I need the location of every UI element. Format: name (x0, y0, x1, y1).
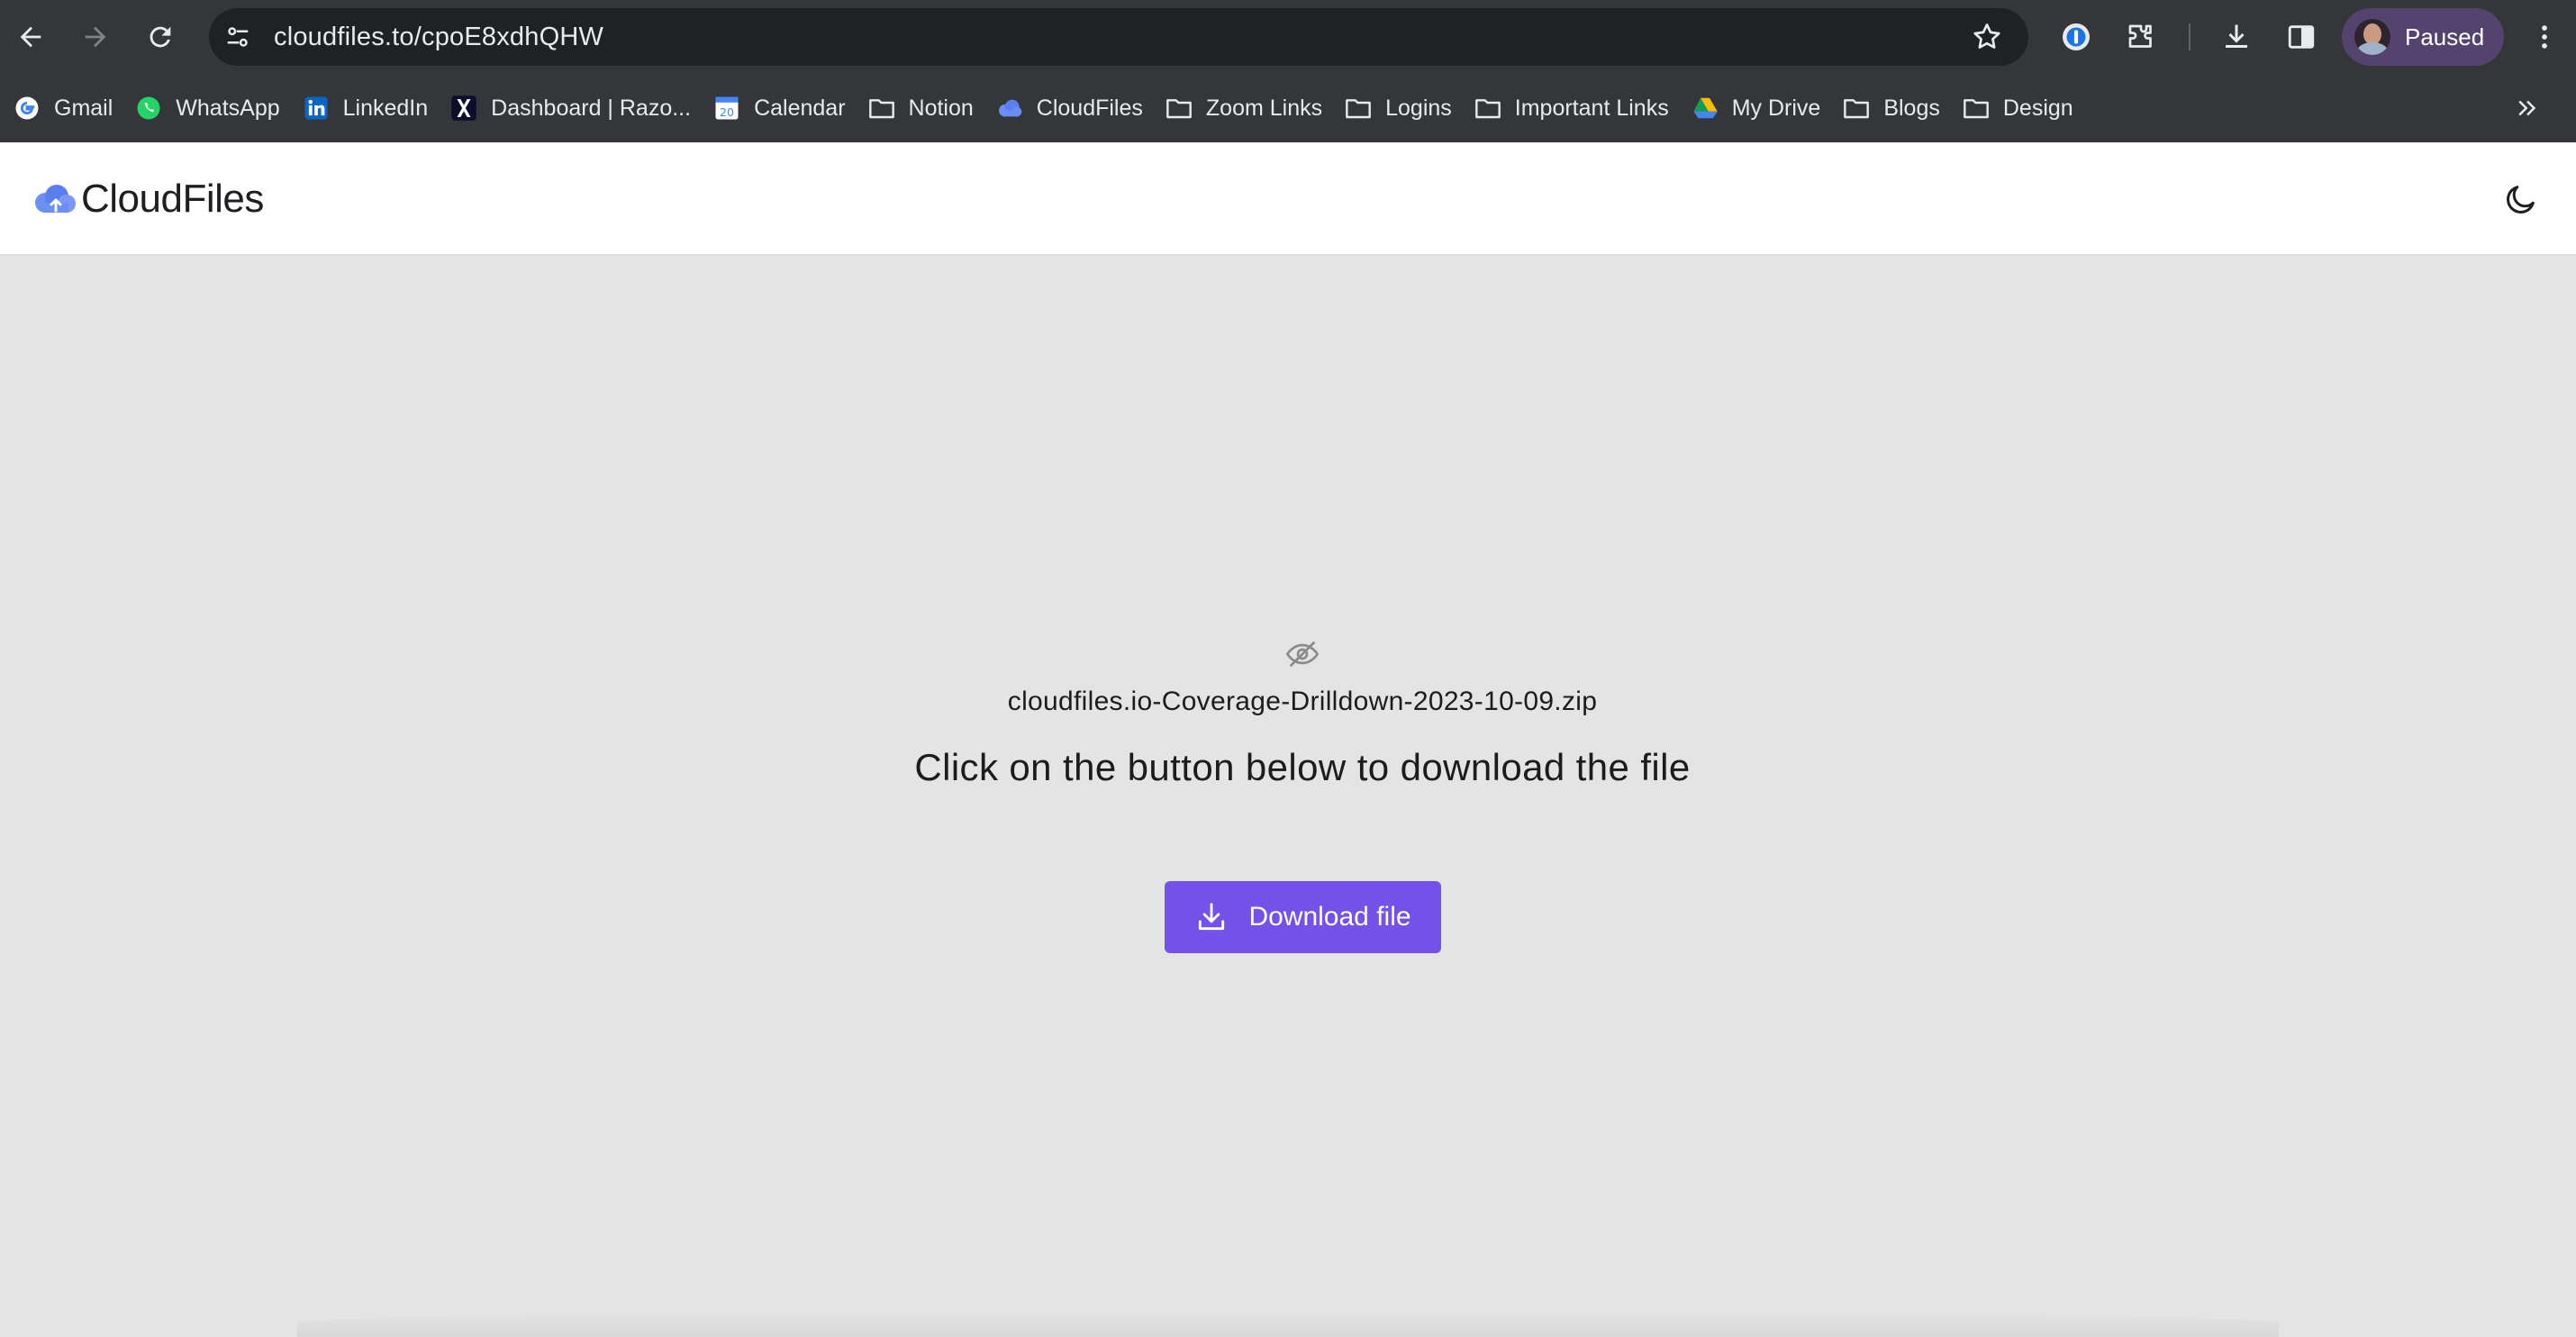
folder-icon (1842, 94, 1871, 123)
google-icon (13, 94, 41, 123)
star-icon[interactable] (1971, 21, 2003, 53)
profile-button[interactable]: Paused (2342, 8, 2504, 66)
bookmarks-bar: Gmail WhatsApp LinkedIn Dashboard | Razo… (0, 74, 2576, 142)
bookmark-important-links[interactable]: Important Links (1474, 83, 1682, 133)
bookmark-logins[interactable]: Logins (1344, 83, 1465, 133)
file-name: cloudfiles.io-Coverage-Drilldown-2023-10… (1007, 687, 1598, 716)
bookmark-notion[interactable]: Notion (867, 83, 986, 133)
app-header: CloudFiles (0, 142, 2576, 256)
eye-off-icon (1280, 634, 1325, 674)
reload-icon[interactable] (139, 15, 182, 59)
folder-icon (1165, 94, 1193, 123)
linkedin-icon (302, 94, 331, 123)
avatar (2354, 19, 2390, 55)
bookmark-label: Dashboard | Razo... (491, 95, 692, 121)
bookmark-label: Important Links (1514, 95, 1669, 121)
bookmark-label: Design (2002, 95, 2073, 121)
moon-icon[interactable] (2500, 178, 2542, 220)
bookmark-dashboard[interactable]: Dashboard | Razo... (449, 83, 703, 133)
bottom-shadow (297, 1310, 2279, 1337)
svg-text:20: 20 (720, 105, 734, 119)
bookmark-cloudfiles[interactable]: CloudFiles (995, 83, 1156, 133)
bookmark-label: Gmail (54, 95, 113, 121)
brand-logo[interactable]: CloudFiles (32, 177, 264, 222)
back-arrow-icon[interactable] (9, 15, 52, 59)
onepassword-icon[interactable] (2057, 18, 2095, 56)
folder-icon (1344, 94, 1373, 123)
address-bar[interactable]: cloudfiles.to/cpoE8xdhQHW (209, 8, 2028, 66)
x-icon (449, 94, 478, 123)
kebab-menu-icon[interactable] (2526, 18, 2563, 56)
folder-icon (867, 94, 896, 123)
bookmark-my-drive[interactable]: My Drive (1691, 83, 1834, 133)
chevron-double-right-icon[interactable] (2506, 86, 2549, 130)
toolbar-divider (2189, 23, 2191, 50)
cloud-icon (995, 94, 1024, 123)
cloud-upload-logo-icon (35, 185, 76, 213)
bookmark-label: Blogs (1883, 95, 1940, 121)
brand-name: CloudFiles (81, 177, 264, 221)
bookmark-label: Notion (908, 95, 974, 121)
bookmark-label: LinkedIn (342, 95, 429, 121)
bookmark-gmail[interactable]: Gmail (13, 83, 125, 133)
bookmark-label: Calendar (754, 95, 846, 121)
whatsapp-icon (134, 94, 163, 123)
profile-status: Paused (2405, 23, 2485, 50)
calendar-icon: 20 (712, 94, 741, 123)
bookmark-label: CloudFiles (1036, 95, 1143, 121)
side-panel-icon[interactable] (2282, 18, 2320, 56)
bookmark-linkedin[interactable]: LinkedIn (302, 83, 441, 133)
download-icon[interactable] (2218, 18, 2255, 56)
download-instruction: Click on the button below to download th… (914, 746, 1691, 788)
browser-toolbar: cloudfiles.to/cpoE8xdhQHW Paused (0, 0, 2576, 74)
download-icon (1199, 903, 1225, 931)
forward-arrow-icon[interactable] (74, 15, 117, 59)
bookmark-label: WhatsApp (176, 95, 280, 121)
puzzle-icon[interactable] (2122, 18, 2160, 56)
bookmark-whatsapp[interactable]: WhatsApp (134, 83, 292, 133)
download-button-label: Download file (1248, 902, 1411, 932)
bookmark-label: My Drive (1731, 95, 1821, 121)
google-drive-icon (1691, 94, 1719, 123)
download-file-button[interactable]: Download file (1165, 881, 1441, 953)
bookmark-calendar[interactable]: 20 Calendar (712, 83, 857, 133)
download-panel: cloudfiles.io-Coverage-Drilldown-2023-10… (0, 256, 2576, 1337)
folder-icon (1474, 94, 1502, 123)
bookmark-blogs[interactable]: Blogs (1842, 83, 1953, 133)
bookmark-label: Logins (1385, 95, 1452, 121)
bookmark-zoom-links[interactable]: Zoom Links (1165, 83, 1335, 133)
tune-icon[interactable] (209, 8, 267, 66)
url-text[interactable]: cloudfiles.to/cpoE8xdhQHW (274, 23, 603, 52)
bookmark-design[interactable]: Design (1962, 83, 2086, 133)
bookmark-label: Zoom Links (1205, 95, 1323, 121)
folder-icon (1962, 94, 1991, 123)
